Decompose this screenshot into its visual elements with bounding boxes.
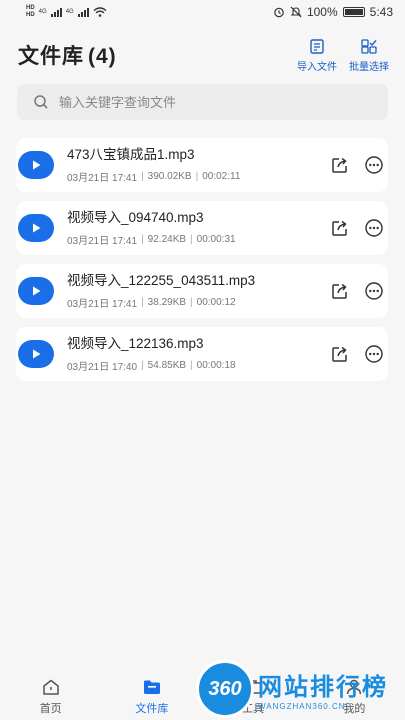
batch-select-icon (361, 38, 377, 54)
share-icon[interactable] (330, 155, 350, 175)
alarm-icon (274, 7, 284, 18)
file-size: 92.24KB (147, 234, 187, 245)
file-duration: 00:00:12 (196, 297, 236, 308)
battery-icon (342, 7, 365, 17)
more-icon[interactable] (364, 218, 384, 238)
watermark-title: 网站排行榜 (258, 674, 388, 701)
file-size: 38.29KB (147, 297, 187, 308)
share-icon[interactable] (330, 281, 350, 301)
file-size: 54.85KB (147, 360, 187, 371)
page-title-text: 文件库 (18, 45, 84, 68)
tab-library[interactable]: 文件库 (112, 677, 192, 716)
status-bar: HD HD 4G 4G 100% 5:43 (0, 0, 405, 24)
share-icon[interactable] (330, 344, 350, 364)
file-duration: 00:00:18 (196, 360, 236, 371)
folder-icon (143, 680, 160, 694)
watermark-logo: 360 (196, 660, 254, 718)
play-button[interactable] (18, 214, 54, 242)
search-input[interactable] (59, 94, 359, 110)
search-icon (34, 95, 48, 109)
file-item[interactable]: 473八宝镇成品1.mp3 03月21日 17:41 | 390.02KB | 00… (16, 138, 388, 192)
file-duration: 00:02:11 (202, 171, 241, 182)
batch-select-label: 批量选择 (349, 61, 389, 73)
signal-icon (77, 7, 89, 17)
import-file-icon (310, 38, 324, 54)
file-name: 473八宝镇成品1.mp3 (67, 147, 195, 162)
file-size: 390.02KB (147, 171, 192, 182)
file-date: 03月21日 17:41 (67, 173, 138, 184)
more-icon[interactable] (364, 344, 384, 364)
page-title: 文件库 (4) (18, 40, 117, 70)
watermark-url: WANGZHAN360.CN (258, 702, 346, 711)
file-duration: 00:00:31 (196, 234, 236, 245)
file-name: 视频导入_094740.mp3 (67, 210, 204, 225)
file-name: 视频导入_122136.mp3 (67, 336, 204, 351)
header: 文件库 (4) 导入文件 批量选择 (18, 38, 389, 73)
batch-select-button[interactable]: 批量选择 (349, 38, 389, 73)
play-icon (33, 223, 41, 233)
wifi-icon (93, 7, 107, 17)
gen-label-2: 4G (65, 9, 74, 15)
battery-percent: 100% (306, 5, 338, 19)
tab-home-label: 首页 (39, 702, 62, 715)
share-icon[interactable] (330, 218, 350, 238)
play-icon (33, 160, 41, 170)
more-icon[interactable] (364, 281, 384, 301)
search-bar[interactable] (17, 84, 388, 120)
more-icon[interactable] (364, 155, 384, 175)
file-item[interactable]: 视频导入_094740.mp3 03月21日 17:41 | 92.24KB | 0… (16, 201, 388, 255)
tab-home[interactable]: 首页 (11, 677, 91, 716)
signal-icon (50, 7, 62, 17)
import-file-label: 导入文件 (297, 61, 337, 73)
import-file-button[interactable]: 导入文件 (297, 38, 337, 73)
clock: 5:43 (369, 5, 393, 19)
home-icon (42, 679, 59, 695)
play-button[interactable] (18, 340, 54, 368)
hd-label-2: HD (26, 12, 35, 18)
play-icon (33, 286, 41, 296)
play-button[interactable] (18, 151, 54, 179)
file-date: 03月21日 17:41 (67, 236, 138, 247)
network-indicators: HD HD 4G 4G (26, 5, 107, 19)
file-item[interactable]: 视频导入_122255_043511.mp3 03月21日 17:41 | 38.… (16, 264, 388, 318)
watermark: 360 网站排行榜 WANGZHAN360.CN (196, 658, 405, 720)
file-name: 视频导入_122255_043511.mp3 (67, 273, 256, 288)
file-count: (4) (88, 45, 117, 68)
mute-icon (290, 6, 302, 18)
play-button[interactable] (18, 277, 54, 305)
file-date: 03月21日 17:41 (67, 299, 138, 310)
play-icon (33, 349, 41, 359)
file-item[interactable]: 视频导入_122136.mp3 03月21日 17:40 | 54.85KB | 0… (16, 327, 388, 381)
hd-label-1: HD (26, 5, 35, 11)
file-date: 03月21日 17:40 (67, 362, 138, 373)
gen-label-1: 4G (38, 9, 47, 15)
tab-library-label: 文件库 (135, 702, 169, 715)
file-list: 473八宝镇成品1.mp3 03月21日 17:41 | 390.02KB | 00… (16, 138, 388, 390)
